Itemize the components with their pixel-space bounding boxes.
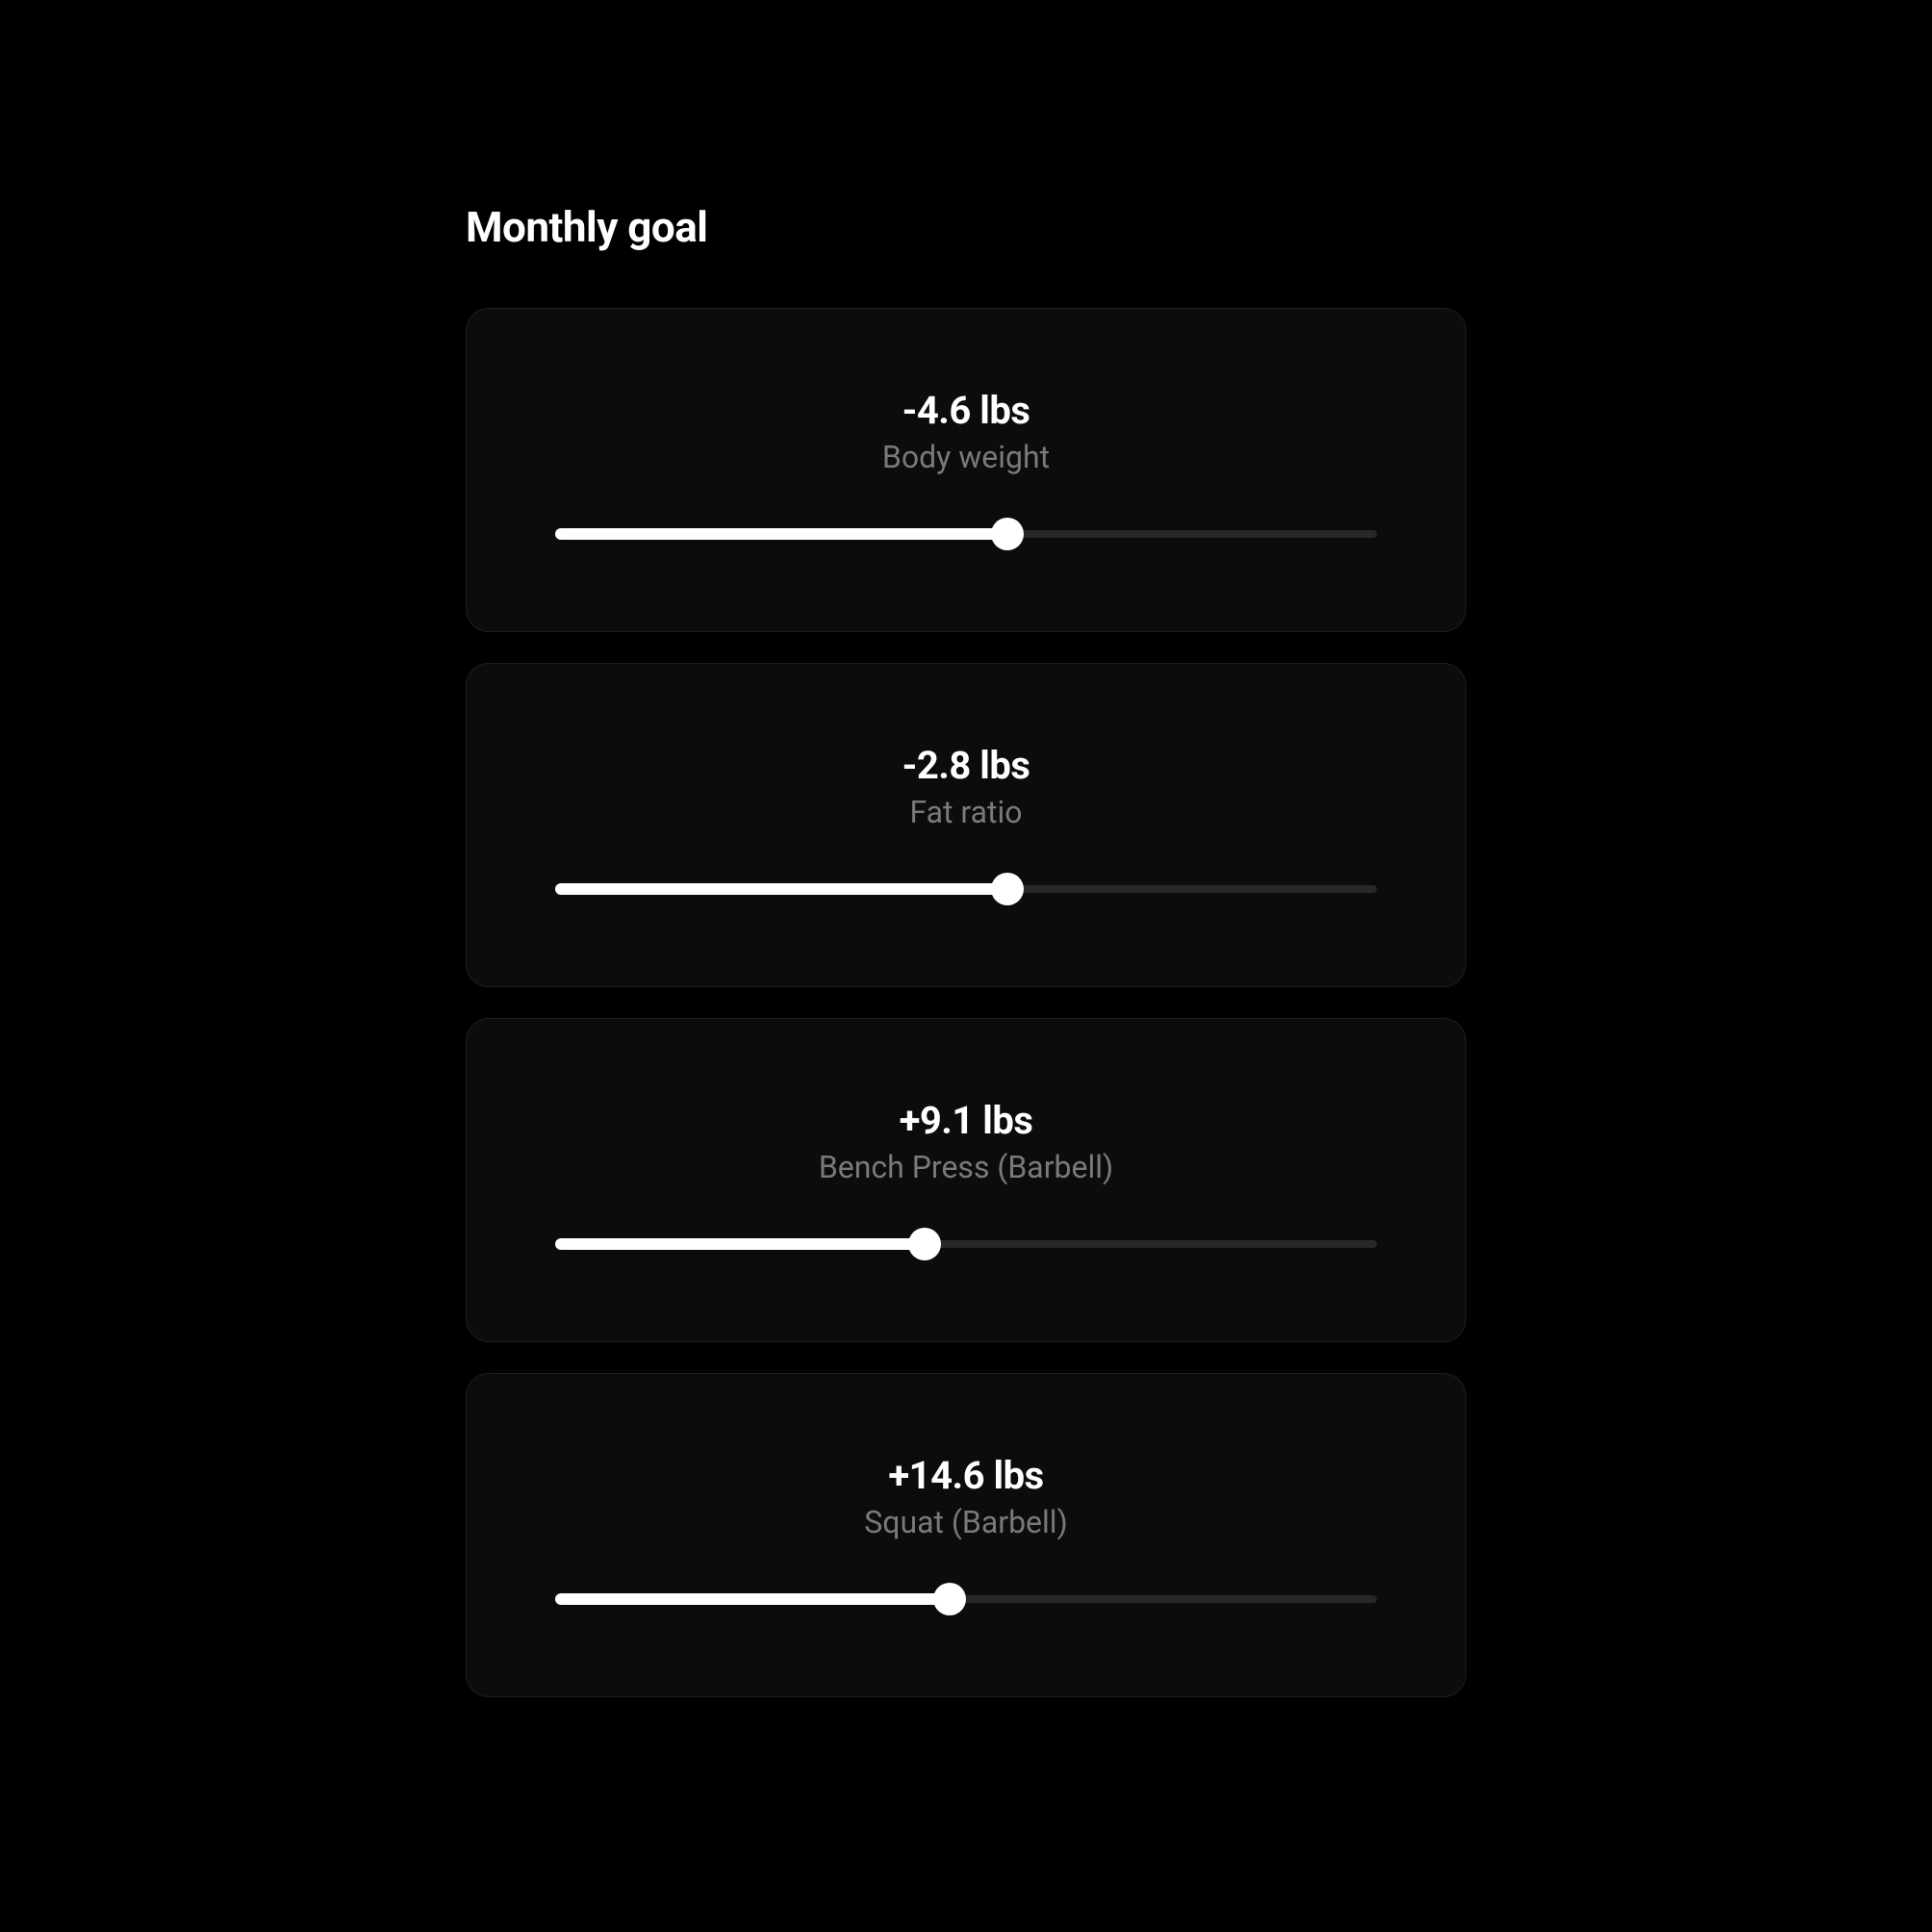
slider-fill [555,1593,950,1605]
slider-fill [555,1238,925,1250]
goal-card-squat[interactable]: +14.6 lbs Squat (Barbell) [466,1373,1466,1697]
goal-label: Body weight [882,439,1050,475]
goal-slider-fat-ratio[interactable] [555,875,1377,903]
slider-thumb[interactable] [991,518,1024,550]
goal-value: -2.8 lbs [902,743,1030,788]
slider-thumb[interactable] [908,1228,941,1260]
goal-card-bench-press[interactable]: +9.1 lbs Bench Press (Barbell) [466,1018,1466,1342]
goal-value: +9.1 lbs [900,1098,1033,1143]
goal-slider-squat[interactable] [555,1585,1377,1614]
goal-label: Squat (Barbell) [864,1504,1067,1540]
goal-value: +14.6 lbs [888,1453,1043,1498]
goal-label: Bench Press (Barbell) [819,1149,1113,1185]
slider-fill [555,883,1007,895]
goal-card-body-weight[interactable]: -4.6 lbs Body weight [466,308,1466,632]
goal-slider-body-weight[interactable] [555,520,1377,548]
slider-fill [555,528,1007,540]
slider-thumb[interactable] [933,1583,966,1615]
goal-value: -4.6 lbs [902,388,1030,433]
goal-card-fat-ratio[interactable]: -2.8 lbs Fat ratio [466,663,1466,987]
goal-label: Fat ratio [909,794,1022,830]
slider-thumb[interactable] [991,873,1024,905]
page-title: Monthly goal [466,202,1466,252]
goals-panel: Monthly goal -4.6 lbs Body weight -2.8 l… [466,202,1466,1728]
goal-slider-bench-press[interactable] [555,1230,1377,1258]
